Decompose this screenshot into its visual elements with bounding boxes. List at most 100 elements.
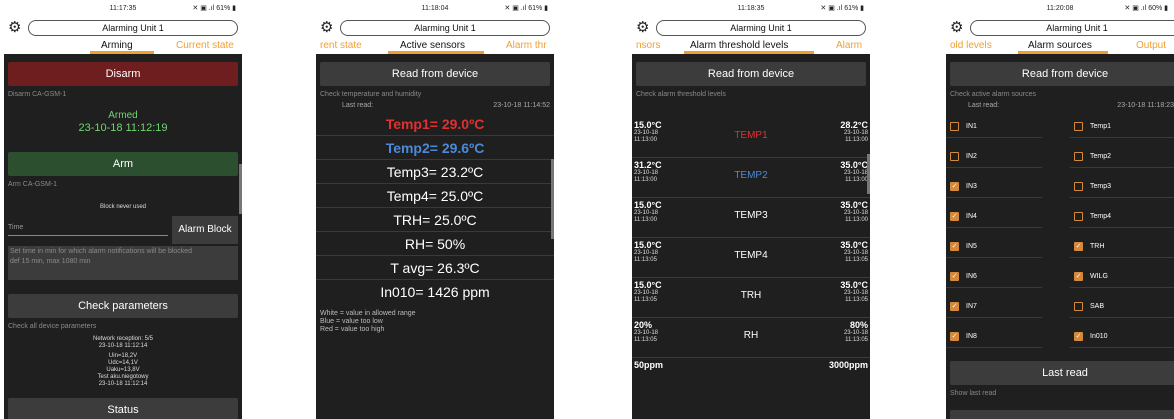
checkbox-label: IN7	[966, 303, 977, 310]
threshold-row-rh[interactable]: 20% 23-10-18 11:13:05 RH 80% 23-10-18 11:13:…	[632, 318, 870, 358]
threshold-row-in010[interactable]: 50ppm 3000ppm	[632, 358, 870, 398]
sensor-trh: TRH= 25.0ºC	[316, 208, 554, 232]
check-parameters-button[interactable]: Check parameters	[8, 294, 238, 318]
checkbox-row-temp2[interactable]: Temp2	[1070, 146, 1174, 168]
app-title[interactable]: Alarming Unit 1	[28, 20, 238, 36]
scrollbar[interactable]	[551, 159, 554, 239]
checkbox-unchecked-icon[interactable]	[1074, 182, 1083, 191]
checkbox-row-in8[interactable]: ✓ IN8	[946, 326, 1042, 348]
param-udc: Udc=14,1V	[108, 360, 138, 366]
gear-icon[interactable]: ⚙	[636, 20, 652, 36]
disarm-button[interactable]: Disarm	[8, 62, 238, 86]
checkbox-row-temp3[interactable]: Temp3	[1070, 176, 1174, 198]
checkbox-row-in2[interactable]: IN2	[946, 146, 1042, 168]
scrollbar[interactable]	[867, 154, 870, 194]
time-input[interactable]: Time	[8, 224, 168, 236]
tab-current-state[interactable]: Current state	[176, 40, 234, 51]
last-read-value: 23-10-18 11:14:52	[493, 102, 550, 109]
checkbox-unchecked-icon[interactable]	[1074, 302, 1083, 311]
sensor-name: RH	[743, 330, 759, 341]
checkbox-row-temp1[interactable]: Temp1	[1070, 116, 1174, 138]
checkbox-checked-icon[interactable]: ✓	[1074, 332, 1083, 341]
checkbox-unchecked-icon[interactable]	[1074, 152, 1083, 161]
tab-alarm-threshold-levels[interactable]: Alarm threshold levels	[690, 40, 788, 51]
last-read-button[interactable]: Last read	[950, 361, 1174, 385]
checkbox-row-temp4[interactable]: Temp4	[1070, 206, 1174, 228]
checkbox-checked-icon[interactable]: ✓	[950, 212, 959, 221]
status-button[interactable]: Status	[8, 398, 238, 419]
threshold-row-temp2[interactable]: 31.2°C 23-10-18 11:13:00 TEMP2 35.0°C 23-10…	[632, 158, 870, 198]
threshold-row-temp4[interactable]: 15.0°C 23-10-18 11:13:05 TEMP4 35.0°C 23-10…	[632, 238, 870, 278]
tab-threshold-levels[interactable]: old levels	[950, 40, 992, 51]
gear-icon[interactable]: ⚙	[950, 20, 966, 36]
high-threshold: 80% 23-10-18 11:13:05	[843, 320, 868, 343]
read-from-device-button[interactable]: Read from device	[636, 62, 866, 86]
checkbox-checked-icon[interactable]: ✓	[950, 242, 959, 251]
sensor-tavg: T avg= 26.3ºC	[316, 256, 554, 280]
next-button[interactable]	[950, 410, 1174, 419]
checkbox-row-in7[interactable]: ✓ IN7	[946, 296, 1042, 318]
last-read-label: Last read:	[968, 102, 1000, 109]
content-area: Read from device Check alarm threshold l…	[632, 54, 870, 419]
tab-alarm-sources[interactable]: Alarm sources	[1028, 40, 1092, 51]
alarm-block-button[interactable]: Alarm Block	[172, 216, 238, 244]
arm-button[interactable]: Arm	[8, 152, 238, 176]
app-title[interactable]: Alarming Unit 1	[970, 20, 1174, 36]
checkbox-checked-icon[interactable]: ✓	[1074, 272, 1083, 281]
checkbox-checked-icon[interactable]: ✓	[950, 332, 959, 341]
threshold-row-trh[interactable]: 15.0°C 23-10-18 11:13:05 TRH 35.0°C 23-10-1…	[632, 278, 870, 318]
checkbox-row-wilg[interactable]: ✓ WILG	[1070, 266, 1174, 288]
tab-active-sensors[interactable]: nsors	[636, 40, 660, 51]
checkbox-checked-icon[interactable]: ✓	[950, 272, 959, 281]
checkbox-label: IN1	[966, 123, 977, 130]
app-title[interactable]: Alarming Unit 1	[656, 20, 866, 36]
sensor-name: TEMP2	[734, 170, 768, 181]
high-threshold: 35.0°C 23-10-18 11:13:05	[840, 280, 868, 303]
scrollbar[interactable]	[239, 164, 242, 214]
low-threshold: 50ppm	[634, 360, 664, 370]
tab-arming[interactable]: Arming	[101, 40, 133, 51]
tab-active-sensors[interactable]: Active sensors	[400, 40, 465, 51]
checkbox-row-in6[interactable]: ✓ IN6	[946, 266, 1042, 288]
low-threshold: 15.0°C 23-10-18 11:13:05	[634, 240, 662, 263]
legend-white: White = value in allowed range	[320, 310, 416, 317]
tab-alarm-threshold[interactable]: Alarm thr	[506, 40, 547, 51]
checkbox-row-in4[interactable]: ✓ IN4	[946, 206, 1042, 228]
checkbox-checked-icon[interactable]: ✓	[1074, 242, 1083, 251]
read-from-device-button[interactable]: Read from device	[950, 62, 1174, 86]
gear-icon[interactable]: ⚙	[320, 20, 336, 36]
checkbox-row-in5[interactable]: ✓ IN5	[946, 236, 1042, 258]
checkbox-label: SAB	[1090, 303, 1105, 310]
checkbox-checked-icon[interactable]: ✓	[950, 302, 959, 311]
read-from-device-button[interactable]: Read from device	[320, 62, 550, 86]
sensor-name: TEMP4	[734, 250, 768, 261]
checkbox-row-sab[interactable]: SAB	[1070, 296, 1174, 318]
checkbox-row-in010[interactable]: ✓ In010	[1070, 326, 1174, 348]
checkbox-row-in3[interactable]: ✓ IN3	[946, 176, 1042, 198]
checkbox-unchecked-icon[interactable]	[1074, 212, 1083, 221]
tab-strip: Arming Current state	[4, 38, 242, 54]
checkbox-checked-icon[interactable]: ✓	[950, 182, 959, 191]
gear-icon[interactable]: ⚙	[8, 20, 24, 36]
content-area: Disarm Disarm CA-GSM-1 Armed 23-10-18 11…	[4, 54, 242, 419]
phone-screen-active-sensors: 11:18:04 ✕ ▣ .ıl 61% ▮ ⚙ Alarming Unit 1…	[316, 0, 554, 419]
title-bar: ⚙ Alarming Unit 1	[632, 18, 870, 38]
tab-current-state[interactable]: rent state	[320, 40, 362, 51]
tab-alarm-sources[interactable]: Alarm	[836, 40, 862, 51]
app-title[interactable]: Alarming Unit 1	[340, 20, 550, 36]
checkbox-row-in1[interactable]: IN1	[946, 116, 1042, 138]
threshold-row-temp1[interactable]: 15.0°C 23-10-18 11:13:00 TEMP1 28.2°C 23-10…	[632, 118, 870, 158]
param-test: Test aku.niegotowy	[97, 374, 149, 380]
tab-output[interactable]: Output	[1136, 40, 1166, 51]
low-threshold: 31.2°C 23-10-18 11:13:00	[634, 160, 662, 183]
checkbox-unchecked-icon[interactable]	[950, 152, 959, 161]
threshold-row-temp3[interactable]: 15.0°C 23-10-18 11:13:00 TEMP3 35.0°C 23-10…	[632, 198, 870, 238]
checkbox-unchecked-icon[interactable]	[950, 122, 959, 131]
armed-status: Armed	[108, 110, 138, 121]
armed-time: 23-10-18 11:12:19	[78, 122, 168, 134]
checkbox-row-trh[interactable]: ✓ TRH	[1070, 236, 1174, 258]
block-info: Block never used	[99, 204, 147, 210]
checkbox-label: IN5	[966, 243, 977, 250]
param-test-time: 23-10-18 11:12:14	[98, 381, 148, 387]
checkbox-unchecked-icon[interactable]	[1074, 122, 1083, 131]
